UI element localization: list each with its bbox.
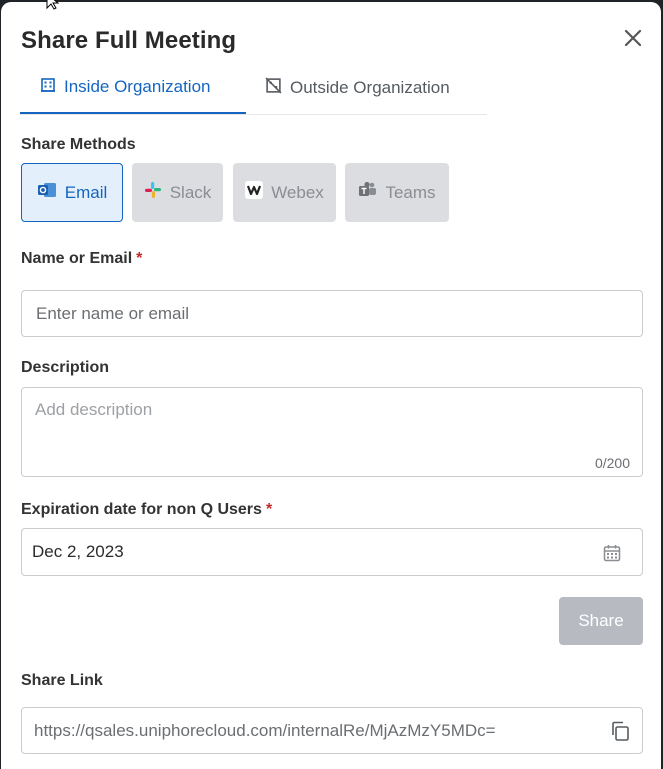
share-link-field[interactable]: https://qsales.uniphorecloud.com/interna…: [21, 707, 643, 754]
method-label: Slack: [169, 182, 212, 202]
share-meeting-modal: Share Full Meeting Inside Organization O…: [1, 2, 661, 769]
copy-icon[interactable]: [609, 720, 631, 747]
expiration-label: Expiration date for non Q Users *: [21, 501, 272, 519]
share-method-teams[interactable]: Teams: [345, 163, 449, 222]
share-method-email[interactable]: Email: [21, 163, 123, 222]
description-textarea[interactable]: Add description 0/200: [21, 387, 643, 477]
modal-title: Share Full Meeting: [21, 27, 237, 54]
name-email-input[interactable]: Enter name or email: [21, 290, 643, 337]
calendar-icon[interactable]: [602, 543, 622, 568]
expiration-date-input[interactable]: Dec 2, 2023: [21, 528, 643, 576]
close-icon[interactable]: [621, 26, 645, 50]
method-label: Teams: [385, 182, 436, 202]
slack-icon: [144, 181, 170, 204]
tab-label: Inside Organization: [64, 77, 211, 96]
method-label: Webex: [271, 182, 324, 202]
share-link-label: Share Link: [21, 672, 103, 689]
tab-label: Outside Organization: [290, 78, 450, 97]
share-link-value: https://qsales.uniphorecloud.com/interna…: [34, 720, 496, 740]
description-placeholder: Add description: [35, 400, 153, 419]
expiration-label-text: Expiration date for non Q Users: [21, 501, 262, 518]
method-label: Email: [64, 182, 108, 202]
name-email-placeholder: Enter name or email: [36, 303, 190, 323]
share-methods-label: Share Methods: [21, 136, 136, 153]
description-char-counter: 0/200: [594, 455, 630, 471]
tab-outside-organization[interactable]: Outside Organization: [265, 62, 487, 114]
share-button[interactable]: Share: [559, 597, 643, 645]
required-mark: *: [136, 250, 143, 267]
outlook-icon: [37, 181, 65, 204]
tab-inside-organization[interactable]: Inside Organization: [20, 62, 246, 114]
expiration-date-value: Dec 2, 2023: [32, 542, 124, 561]
teams-icon: [358, 181, 385, 204]
mouse-cursor-icon: [46, 0, 64, 15]
webex-icon: [245, 181, 271, 204]
share-tabs: Inside Organization Outside Organization: [20, 62, 487, 115]
building-icon: [40, 77, 64, 98]
name-email-label-text: Name or Email: [21, 250, 133, 267]
share-method-slack[interactable]: Slack: [132, 163, 223, 222]
description-label: Description: [21, 359, 110, 376]
required-mark: *: [265, 501, 273, 518]
building-off-icon: [265, 77, 290, 99]
name-email-label: Name or Email *: [21, 250, 142, 268]
share-method-webex[interactable]: Webex: [233, 163, 336, 222]
